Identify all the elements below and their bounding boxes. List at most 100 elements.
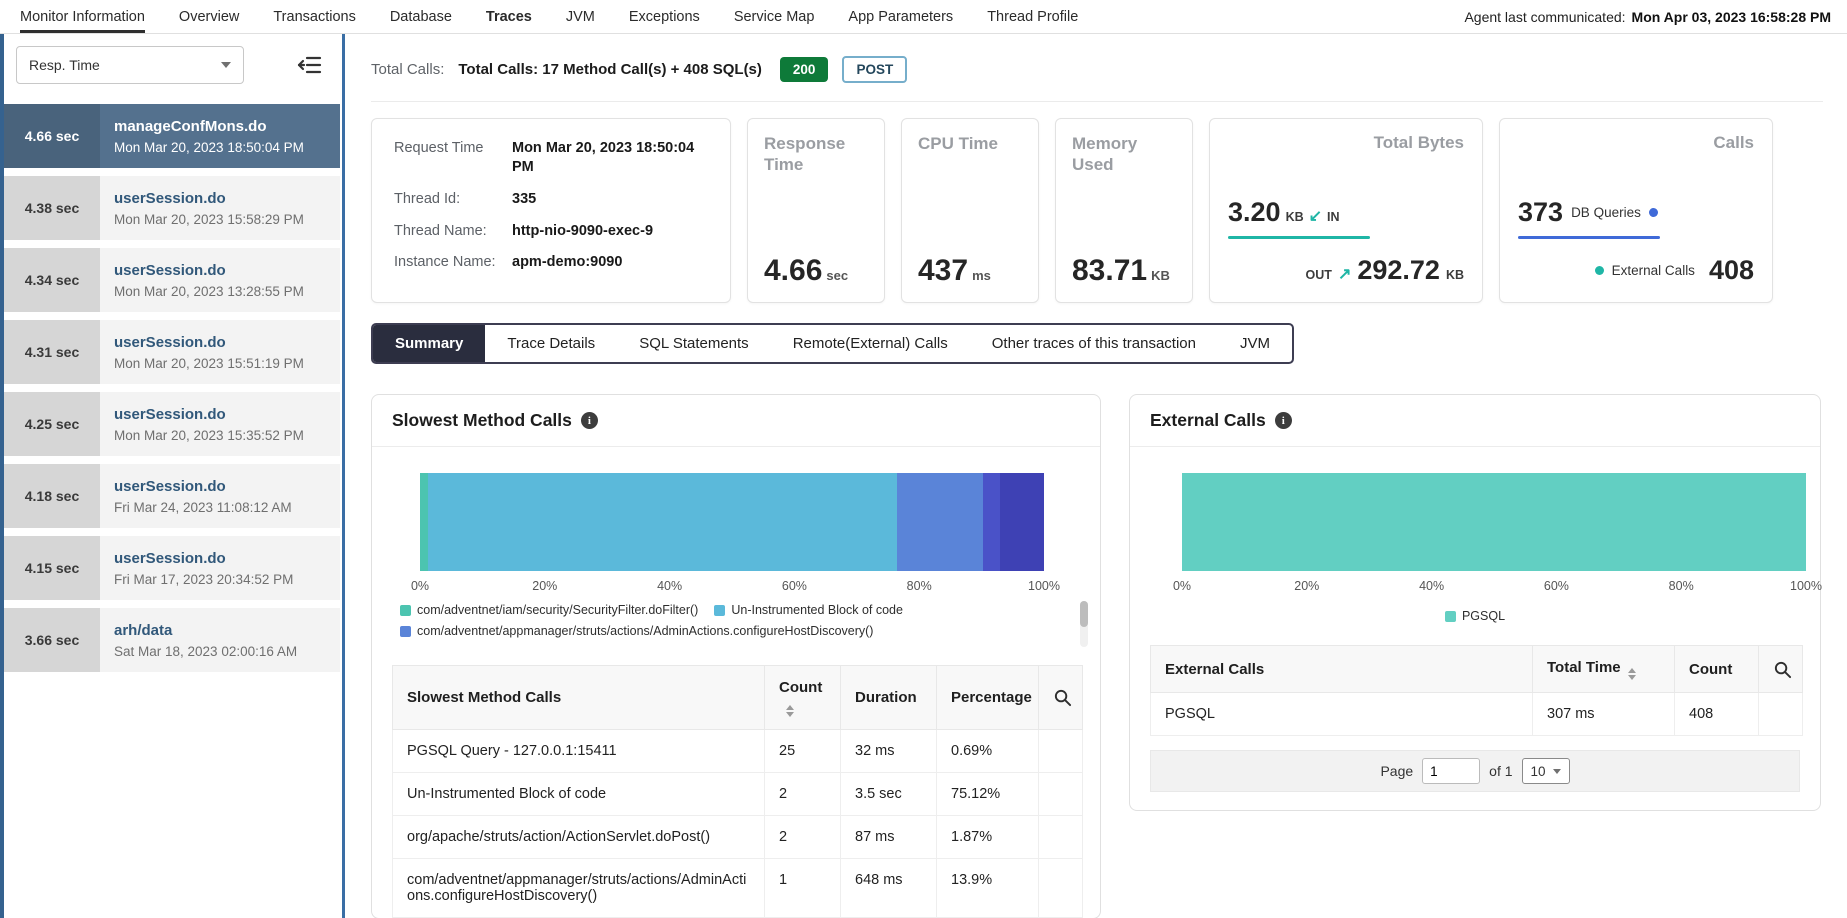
thread-id-label: Thread Id: [394,190,512,209]
collapse-sidebar-icon[interactable] [296,55,322,75]
page-number-input[interactable] [1422,758,1480,784]
main-content: Total Calls: Total Calls: 17 Method Call… [345,34,1847,918]
cell-percentage: 75.12% [937,773,1039,816]
sort-select[interactable]: Resp. Time [16,46,244,84]
info-icon[interactable] [1275,412,1292,429]
top-nav-tabs: Monitor Information Overview Transaction… [20,0,1078,33]
instance-name-label: Instance Name: [394,253,512,272]
tab-summary[interactable]: Summary [373,325,485,362]
column-header-count[interactable]: Count [765,666,841,730]
slowest-method-calls-panel: Slowest Method Calls 0% 20% 40% 60% 80% … [371,394,1101,918]
trace-name: userSession.do [114,406,304,423]
table-search[interactable] [1759,646,1803,693]
sort-icon[interactable] [786,705,794,717]
chevron-down-icon [1553,769,1561,774]
total-bytes-card: Total Bytes 3.20 KB ↙ IN OUT ↗ 292.72 KB [1209,118,1483,303]
cell-name: PGSQL Query - 127.0.0.1:15411 [393,730,765,773]
tab-transactions[interactable]: Transactions [273,0,355,33]
legend-scrollbar[interactable] [1080,601,1088,647]
external-calls-title: External Calls [1150,410,1266,431]
cell-name: Un-Instrumented Block of code [393,773,765,816]
page-size-select[interactable]: 10 [1522,758,1570,784]
legend-swatch [1445,611,1456,622]
chart-legend: com/adventnet/iam/security/SecurityFilte… [372,597,1100,657]
tab-overview[interactable]: Overview [179,0,239,33]
cpu-time-value: 437 [918,254,968,287]
sort-icon[interactable] [1628,668,1636,680]
bytes-out-value: 292.72 [1357,255,1440,286]
total-calls-label: Total Calls: [371,61,444,78]
axis-tick: 0% [1173,579,1191,593]
tab-monitor-information[interactable]: Monitor Information [20,0,145,33]
tab-trace-details[interactable]: Trace Details [485,325,617,362]
tab-jvm[interactable]: JVM [566,0,595,33]
cell-count: 25 [765,730,841,773]
detail-tabbar: Summary Trace Details SQL Statements Rem… [371,323,1294,364]
table-row[interactable]: com/adventnet/appmanager/struts/actions/… [393,859,1083,918]
trace-duration-badge: 4.34 sec [4,248,100,312]
trace-list-item[interactable]: 4.34 sec userSession.do Mon Mar 20, 2023… [4,248,340,312]
trace-duration-badge: 3.66 sec [4,608,100,672]
trace-name: userSession.do [114,550,293,567]
tab-thread-profile[interactable]: Thread Profile [987,0,1078,33]
memory-used-card: Memory Used 83.71KB [1055,118,1193,303]
table-search[interactable] [1039,666,1083,730]
slowest-method-calls-chart: 0% 20% 40% 60% 80% 100% [372,447,1100,597]
memory-used-unit: KB [1151,268,1170,283]
tab-database[interactable]: Database [390,0,452,33]
sort-select-value: Resp. Time [29,57,100,73]
legend-swatch [400,605,411,616]
trace-duration-badge: 4.25 sec [4,392,100,456]
legend-label: Un-Instrumented Block of code [731,603,903,617]
legend-item: PGSQL [1445,609,1505,623]
table-row[interactable]: Un-Instrumented Block of code 2 3.5 sec … [393,773,1083,816]
total-calls-summary: Total Calls: Total Calls: 17 Method Call… [371,44,1823,102]
db-queries-dot [1649,208,1658,217]
axis-tick: 20% [532,579,557,593]
trace-list-item[interactable]: 3.66 sec arh/data Sat Mar 18, 2023 02:00… [4,608,340,672]
trace-list-item[interactable]: 4.15 sec userSession.do Fri Mar 17, 2023… [4,536,340,600]
column-header-total-time[interactable]: Total Time [1533,646,1675,693]
agent-last-communicated: Agent last communicated: Mon Apr 03, 202… [1464,0,1831,33]
tab-sql-statements[interactable]: SQL Statements [617,325,771,362]
status-code-badge: 200 [780,57,829,82]
bar-segment [983,473,1000,571]
cell-empty [1039,730,1083,773]
trace-list-item[interactable]: 4.38 sec userSession.do Mon Mar 20, 2023… [4,176,340,240]
trace-list-item[interactable]: 4.31 sec userSession.do Mon Mar 20, 2023… [4,320,340,384]
trace-list-item[interactable]: 4.66 sec manageConfMons.do Mon Mar 20, 2… [4,104,340,168]
cell-count: 1 [765,859,841,918]
response-time-card: Response Time 4.66sec [747,118,885,303]
trace-timestamp: Mon Mar 20, 2023 18:50:04 PM [114,140,304,155]
trace-list-item[interactable]: 4.18 sec userSession.do Fri Mar 24, 2023… [4,464,340,528]
tab-exceptions[interactable]: Exceptions [629,0,700,33]
tab-traces[interactable]: Traces [486,0,532,33]
trace-name: userSession.do [114,478,292,495]
metric-cards-row: Request TimeMon Mar 20, 2023 18:50:04 PM… [371,118,1823,303]
bar-segment [1182,473,1806,571]
axis-tick: 40% [657,579,682,593]
tab-app-parameters[interactable]: App Parameters [848,0,953,33]
table-row[interactable]: org/apache/struts/action/ActionServlet.d… [393,816,1083,859]
calls-card: Calls 373 DB Queries External Calls 408 [1499,118,1773,303]
bar-segment [428,473,897,571]
tab-jvm-detail[interactable]: JVM [1218,325,1292,362]
scrollbar-thumb[interactable] [1080,601,1088,627]
external-calls-chart: 0% 20% 40% 60% 80% 100% [1130,447,1820,597]
trace-list-item[interactable]: 4.25 sec userSession.do Mon Mar 20, 2023… [4,392,340,456]
trace-duration-badge: 4.38 sec [4,176,100,240]
tab-service-map[interactable]: Service Map [734,0,815,33]
cell-percentage: 13.9% [937,859,1039,918]
bytes-out-label: OUT [1306,268,1332,282]
table-row[interactable]: PGSQL 307 ms 408 [1151,693,1803,736]
cell-empty [1039,859,1083,918]
tab-remote-external-calls[interactable]: Remote(External) Calls [771,325,970,362]
table-row[interactable]: PGSQL Query - 127.0.0.1:15411 25 32 ms 0… [393,730,1083,773]
trace-duration-badge: 4.66 sec [4,104,100,168]
legend-label: PGSQL [1462,609,1505,623]
tab-other-traces[interactable]: Other traces of this transaction [970,325,1218,362]
trace-duration-badge: 4.18 sec [4,464,100,528]
arrow-up-right-icon: ↗ [1338,264,1351,284]
db-queries-accent-bar [1518,236,1660,239]
info-icon[interactable] [581,412,598,429]
